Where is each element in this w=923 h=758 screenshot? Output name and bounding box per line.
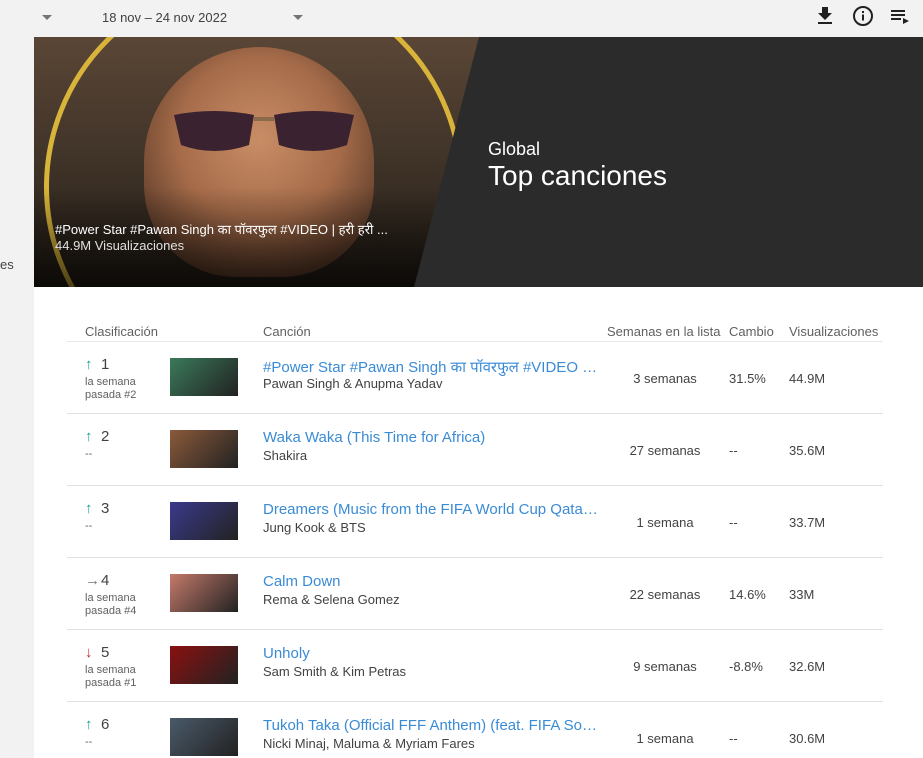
rank-number: 3 <box>101 500 110 517</box>
table-row[interactable]: ↑ 2 -- Waka Waka (This Time for Africa) S… <box>67 414 883 486</box>
header-song: Canción <box>263 324 311 339</box>
view-count: 35.6M <box>789 443 826 458</box>
song-thumbnail[interactable] <box>170 430 238 468</box>
date-range-selector[interactable]: 18 nov – 24 nov 2022 <box>102 10 227 25</box>
page-title: Top canciones <box>488 160 668 191</box>
playlist-icon[interactable] <box>888 4 912 28</box>
artist-name[interactable]: Rema & Selena Gomez <box>263 592 400 607</box>
artist-name[interactable]: Nicki Minaj, Maluma & Myriam Fares <box>263 736 475 751</box>
view-count: 30.6M <box>789 731 826 746</box>
rank-cell: ↑ 2 <box>85 428 109 445</box>
song-thumbnail[interactable] <box>170 502 238 540</box>
trend-arrow-icon: ↑ <box>85 428 93 445</box>
view-change: -- <box>729 443 738 458</box>
trend-arrow-icon: ↑ <box>85 356 93 373</box>
view-change: -- <box>729 731 738 746</box>
view-change: -8.8% <box>729 659 763 674</box>
view-count: 44.9M <box>789 371 826 386</box>
side-nav-label[interactable]: es <box>0 257 14 272</box>
table-row[interactable]: ↑ 1 la semana pasada #2 #Power Star #Pawa… <box>67 342 883 414</box>
weeks-on-chart: 22 semanas <box>629 587 701 602</box>
weeks-on-chart: 3 semanas <box>633 371 697 386</box>
chevron-down-icon[interactable] <box>40 12 54 24</box>
header-weeks: Semanas en la lista <box>607 324 721 339</box>
rank-cell: ↑ 1 <box>85 356 109 373</box>
header-rank: Clasificación <box>85 324 158 339</box>
song-title-link[interactable]: #Power Star #Pawan Singh का पॉवरफुल #VID… <box>263 357 601 377</box>
rank-cell: ↓ 5 <box>85 644 109 661</box>
trend-arrow-icon: ↑ <box>85 500 93 517</box>
previous-rank: -- <box>85 520 93 532</box>
artist-name[interactable]: Shakira <box>263 448 307 463</box>
header-views: Visualizaciones <box>789 324 879 339</box>
view-count: 33M <box>789 587 815 602</box>
previous-rank: -- <box>85 736 93 748</box>
chart-table: Clasificación Canción Semanas en la list… <box>67 316 883 758</box>
side-navigation: es <box>0 37 34 758</box>
table-row[interactable]: ↓ 5 la semana pasada #1 Unholy Sam Smith … <box>67 630 883 702</box>
song-title-link[interactable]: Unholy <box>263 645 601 662</box>
artist-name[interactable]: Sam Smith & Kim Petras <box>263 664 406 679</box>
chart-region: Global <box>488 139 541 159</box>
previous-rank: la semana pasada #1 <box>85 664 137 689</box>
sunglasses-shape <box>174 111 354 151</box>
rank-number: 6 <box>101 716 110 733</box>
toolbar: 18 nov – 24 nov 2022 <box>0 0 923 37</box>
hero-view-count: 44.9M Visualizaciones <box>55 238 185 253</box>
trend-arrow-icon: ↓ <box>85 644 93 661</box>
previous-rank: la semana pasada #2 <box>85 376 137 401</box>
rank-cell: ↑ 6 <box>85 716 109 733</box>
table-row[interactable]: ↑ 6 -- Tukoh Taka (Official FFF Anthem) (… <box>67 702 883 758</box>
weeks-on-chart: 9 semanas <box>633 659 697 674</box>
song-title-link[interactable]: Tukoh Taka (Official FFF Anthem) (feat. … <box>263 717 601 734</box>
trend-arrow-icon: → <box>85 572 100 589</box>
view-change: 31.5% <box>729 371 766 386</box>
table-row[interactable]: ↑ 3 -- Dreamers (Music from the FIFA Worl… <box>67 486 883 558</box>
song-thumbnail[interactable] <box>170 358 238 396</box>
trend-arrow-icon: ↑ <box>85 716 93 733</box>
previous-rank: -- <box>85 448 93 460</box>
hero-banner: #Power Star #Pawan Singh का पॉवरफुल #VID… <box>34 37 923 287</box>
rank-cell: →4 <box>85 572 109 589</box>
rank-cell: ↑ 3 <box>85 500 109 517</box>
table-header: Clasificación Canción Semanas en la list… <box>67 316 883 342</box>
song-title-link[interactable]: Waka Waka (This Time for Africa) <box>263 429 601 446</box>
artist-name[interactable]: Pawan Singh & Anupma Yadav <box>263 376 442 391</box>
weeks-on-chart: 1 semana <box>636 731 694 746</box>
rank-number: 2 <box>101 428 110 445</box>
weeks-on-chart: 27 semanas <box>629 443 701 458</box>
previous-rank: la semana pasada #4 <box>85 592 137 617</box>
info-icon[interactable] <box>851 4 875 28</box>
header-change: Cambio <box>729 324 774 339</box>
view-count: 32.6M <box>789 659 826 674</box>
song-thumbnail[interactable] <box>170 574 238 612</box>
view-change: 14.6% <box>729 587 766 602</box>
rank-number: 1 <box>101 356 110 373</box>
song-thumbnail[interactable] <box>170 646 238 684</box>
table-row[interactable]: →4 la semana pasada #4 Calm Down Rema & … <box>67 558 883 630</box>
view-change: -- <box>729 515 738 530</box>
song-title-link[interactable]: Dreamers (Music from the FIFA World Cup … <box>263 501 601 518</box>
chevron-down-icon[interactable] <box>291 12 305 24</box>
artist-name[interactable]: Jung Kook & BTS <box>263 520 366 535</box>
view-count: 33.7M <box>789 515 826 530</box>
weeks-on-chart: 1 semana <box>636 515 694 530</box>
song-thumbnail[interactable] <box>170 718 238 756</box>
rank-number: 4 <box>101 572 110 589</box>
rank-number: 5 <box>101 644 110 661</box>
hero-video-title[interactable]: #Power Star #Pawan Singh का पॉवरफुल #VID… <box>55 220 405 238</box>
song-title-link[interactable]: Calm Down <box>263 573 601 590</box>
download-icon[interactable] <box>813 4 837 28</box>
